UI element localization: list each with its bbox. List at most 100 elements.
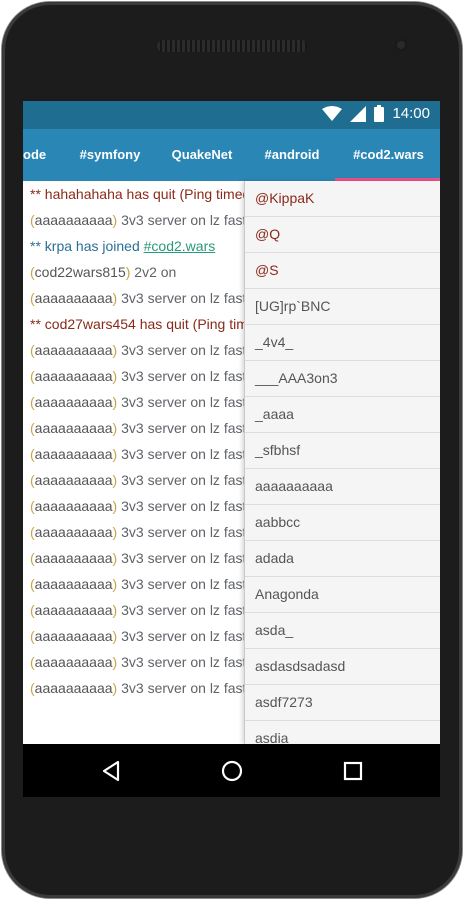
- paren: ): [112, 550, 122, 566]
- channel-tab-bar: ode #symfony QuakeNet #android #cod2.war…: [23, 129, 440, 181]
- message-nick[interactable]: aaaaaaaaaa: [35, 368, 113, 384]
- chat-message: (aaaaaaaaaa) 3v3 server on lz fast: [23, 285, 255, 311]
- chat-message: (aaaaaaaaaa) 3v3 server on lz fast: [23, 389, 255, 415]
- paren: ): [112, 602, 122, 618]
- tab-ode[interactable]: ode: [23, 129, 48, 181]
- user-list-item[interactable]: _4v4_: [245, 325, 440, 361]
- status-bar: 14:00: [23, 101, 440, 129]
- message-text: 3v3 server on lz fast: [121, 472, 247, 488]
- user-list-item[interactable]: Anagonda: [245, 577, 440, 613]
- user-list-item[interactable]: asdasdsadasd: [245, 649, 440, 685]
- chat-message: (aaaaaaaaaa) 3v3 server on lz fast: [23, 337, 255, 363]
- recents-icon[interactable]: [338, 756, 368, 786]
- message-text: 3v3 server on lz fast: [121, 654, 247, 670]
- message-text: 3v3 server on lz fast: [121, 602, 247, 618]
- operator-user-item[interactable]: @Q: [245, 217, 440, 253]
- quit-notice: ** cod27wars454 has quit (Ping timed out…: [30, 316, 255, 332]
- back-icon[interactable]: [96, 756, 126, 786]
- chat-message: (aaaaaaaaaa) 3v3 server on lz fast: [23, 467, 255, 493]
- message-nick[interactable]: aaaaaaaaaa: [35, 342, 113, 358]
- operator-user-item[interactable]: @S: [245, 253, 440, 289]
- message-text: 3v3 server on lz fast: [121, 394, 247, 410]
- join-notice: ** krpa has joined: [30, 238, 144, 254]
- user-list-item[interactable]: aaaaaaaaaa: [245, 469, 440, 505]
- message-nick[interactable]: aaaaaaaaaa: [35, 602, 113, 618]
- paren: ): [112, 524, 122, 540]
- status-icons: 14:00: [322, 105, 430, 122]
- message-text: 3v3 server on lz fast: [121, 498, 247, 514]
- message-nick[interactable]: aaaaaaaaaa: [35, 576, 113, 592]
- message-nick[interactable]: aaaaaaaaaa: [35, 654, 113, 670]
- message-text: 3v3 server on lz fast: [121, 550, 247, 566]
- user-list-item[interactable]: aabbcc: [245, 505, 440, 541]
- front-camera: [394, 38, 408, 52]
- paren: ): [112, 446, 122, 462]
- quit-notice: ** hahahahaha has quit (Ping timed out): [30, 186, 255, 202]
- paren: ): [125, 264, 135, 280]
- message-nick[interactable]: cod22wars815: [35, 264, 126, 280]
- tab-cod2-wars[interactable]: #cod2.wars: [337, 129, 440, 181]
- user-list-item[interactable]: adada: [245, 541, 440, 577]
- message-nick[interactable]: aaaaaaaaaa: [35, 498, 113, 514]
- tab-quakenet[interactable]: QuakeNet: [160, 129, 244, 181]
- channel-link[interactable]: #cod2.wars: [144, 238, 216, 254]
- message-nick[interactable]: aaaaaaaaaa: [35, 394, 113, 410]
- paren: ): [112, 290, 122, 306]
- chat-message: ** hahahahaha has quit (Ping timed out): [23, 181, 255, 207]
- chat-message: ** krpa has joined #cod2.wars: [23, 233, 255, 259]
- user-list-item[interactable]: _aaaa: [245, 397, 440, 433]
- message-text: 3v3 server on lz fast: [121, 446, 247, 462]
- chat-message: (aaaaaaaaaa) 3v3 server on lz fast: [23, 545, 255, 571]
- message-text: 3v3 server on lz fast: [121, 368, 247, 384]
- paren: ): [112, 498, 122, 514]
- message-nick[interactable]: aaaaaaaaaa: [35, 524, 113, 540]
- message-text: 3v3 server on lz fast: [121, 420, 247, 436]
- message-nick[interactable]: aaaaaaaaaa: [35, 628, 113, 644]
- message-list: ** hahahahaha has quit (Ping timed out) (…: [23, 181, 255, 701]
- chat-message: (aaaaaaaaaa) 3v3 server on lz fast: [23, 493, 255, 519]
- message-nick[interactable]: aaaaaaaaaa: [35, 212, 113, 228]
- paren: ): [112, 420, 122, 436]
- tab-symfony[interactable]: #symfony: [66, 129, 154, 181]
- message-nick[interactable]: aaaaaaaaaa: [35, 472, 113, 488]
- screen: 14:00 ode #symfony QuakeNet #android #co…: [23, 101, 440, 797]
- message-nick[interactable]: aaaaaaaaaa: [35, 290, 113, 306]
- tab-android[interactable]: #android: [251, 129, 333, 181]
- speaker-grille: [157, 40, 307, 52]
- message-nick[interactable]: aaaaaaaaaa: [35, 550, 113, 566]
- chat-message: (aaaaaaaaaa) 3v3 server on lz fast: [23, 441, 255, 467]
- operator-user-item[interactable]: @KippaK: [245, 181, 440, 217]
- message-nick[interactable]: aaaaaaaaaa: [35, 680, 113, 696]
- home-icon[interactable]: [217, 756, 247, 786]
- chat-message: ** cod27wars454 has quit (Ping timed out…: [23, 311, 255, 337]
- user-list: @KippaK @Q @S [UG]rp`BNC _4v4_ ___AAA3on3 _aaa…: [245, 181, 440, 744]
- message-text: 3v3 server on lz fast: [121, 290, 247, 306]
- user-list-item[interactable]: ___AAA3on3: [245, 361, 440, 397]
- message-text: 3v3 server on lz fast: [121, 628, 247, 644]
- chat-message: (aaaaaaaaaa) 3v3 server on lz fast: [23, 363, 255, 389]
- navigation-bar: [23, 744, 440, 797]
- user-list-item[interactable]: [UG]rp`BNC: [245, 289, 440, 325]
- message-nick[interactable]: aaaaaaaaaa: [35, 446, 113, 462]
- paren: ): [112, 680, 122, 696]
- user-list-drawer[interactable]: @KippaK @Q @S [UG]rp`BNC _4v4_ ___AAA3on3 _aaa…: [244, 181, 440, 744]
- status-time: 14:00: [392, 105, 430, 122]
- battery-icon: [374, 105, 385, 122]
- chat-message: (aaaaaaaaaa) 3v3 server on lz fast: [23, 207, 255, 233]
- message-nick[interactable]: aaaaaaaaaa: [35, 420, 113, 436]
- chat-message: (aaaaaaaaaa) 3v3 server on lz fast: [23, 597, 255, 623]
- paren: ): [112, 472, 122, 488]
- message-text: 3v3 server on lz fast: [121, 576, 247, 592]
- chat-message: (aaaaaaaaaa) 3v3 server on lz fast: [23, 415, 255, 441]
- cell-signal-icon: [350, 105, 367, 122]
- chat-message: (cod22wars815) 2v2 on: [23, 259, 255, 285]
- paren: ): [112, 342, 122, 358]
- user-list-item[interactable]: _sfbhsf: [245, 433, 440, 469]
- chat-message: (aaaaaaaaaa) 3v3 server on lz fast: [23, 649, 255, 675]
- user-list-item[interactable]: asdf7273: [245, 685, 440, 721]
- user-list-item[interactable]: asda_: [245, 613, 440, 649]
- user-list-item[interactable]: asdia: [245, 721, 440, 744]
- message-text: 3v3 server on lz fast: [121, 680, 247, 696]
- chat-message: (aaaaaaaaaa) 3v3 server on lz fast: [23, 519, 255, 545]
- chat-log[interactable]: ** hahahahaha has quit (Ping timed out) (…: [23, 181, 255, 744]
